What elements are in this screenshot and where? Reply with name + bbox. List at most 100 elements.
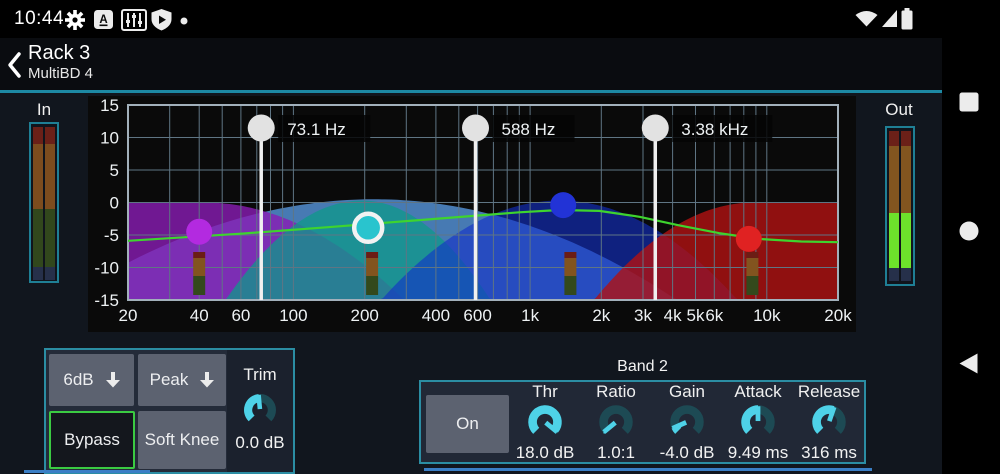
gain-knob[interactable] bbox=[665, 400, 709, 444]
crossover-handle[interactable] bbox=[642, 115, 669, 142]
band-handle[interactable] bbox=[186, 219, 212, 245]
ratio-label: Ratio bbox=[596, 383, 636, 400]
svg-text:15: 15 bbox=[100, 96, 119, 115]
svg-text:73.1 Hz: 73.1 Hz bbox=[287, 120, 346, 139]
release-knob[interactable] bbox=[807, 400, 851, 444]
attack-knob[interactable] bbox=[736, 400, 780, 444]
band-handle-selected[interactable] bbox=[354, 214, 382, 242]
notification-dot-icon bbox=[180, 17, 188, 25]
svg-text:3.38 kHz: 3.38 kHz bbox=[681, 120, 748, 139]
crossover-handle[interactable] bbox=[462, 115, 489, 142]
band-handle[interactable] bbox=[736, 226, 762, 252]
gain-value: -4.0 dB bbox=[660, 444, 715, 462]
home-button[interactable] bbox=[959, 221, 979, 241]
slope-dropdown[interactable]: 6dB bbox=[49, 354, 134, 406]
svg-text:400: 400 bbox=[422, 306, 450, 325]
attack-knob-group: Attack 9.49 ms bbox=[723, 383, 793, 462]
attack-value: 9.49 ms bbox=[728, 444, 788, 462]
a-app-icon: A bbox=[94, 10, 113, 29]
in-level-meter bbox=[29, 122, 59, 283]
svg-text:40: 40 bbox=[190, 306, 209, 325]
trim-label: Trim bbox=[227, 365, 293, 385]
back-nav-button[interactable] bbox=[959, 353, 978, 374]
gain-label: Gain bbox=[669, 383, 705, 400]
gain-knob-group: Gain -4.0 dB bbox=[652, 383, 722, 462]
status-bar: 10:44 A bbox=[0, 0, 1000, 38]
thr-label: Thr bbox=[532, 383, 558, 400]
crossover-handle[interactable] bbox=[248, 115, 275, 142]
svg-text:2k: 2k bbox=[592, 306, 610, 325]
svg-text:100: 100 bbox=[279, 306, 307, 325]
header-divider bbox=[0, 90, 942, 93]
meter-bar bbox=[45, 127, 55, 280]
svg-text:-5: -5 bbox=[104, 226, 119, 245]
meter-bar bbox=[889, 131, 899, 281]
global-settings-panel: 6dB Peak Bypass Soft Knee Trim 0.0 dB bbox=[44, 348, 295, 474]
band-knob-row: Thr 18.0 dB Ratio 1.0:1 Gain -4.0 dB Attack 9.4… bbox=[510, 383, 864, 462]
thr-knob[interactable] bbox=[523, 400, 567, 444]
slope-value: 6dB bbox=[63, 370, 93, 390]
battery-icon bbox=[901, 8, 913, 30]
svg-text:4k: 4k bbox=[664, 306, 682, 325]
status-time: 10:44 bbox=[14, 8, 64, 30]
trim-value: 0.0 dB bbox=[227, 433, 293, 453]
recents-button[interactable] bbox=[959, 92, 979, 112]
gear-icon bbox=[63, 8, 87, 32]
band-on-label: On bbox=[456, 414, 479, 434]
wifi-icon bbox=[855, 11, 878, 27]
dropdown-arrow-icon bbox=[106, 372, 120, 388]
ratio-knob[interactable] bbox=[594, 400, 638, 444]
band-settings-panel: On Thr 18.0 dB Ratio 1.0:1 Gain -4.0 dB Attack… bbox=[419, 380, 866, 464]
back-icon[interactable] bbox=[6, 51, 22, 79]
scroll-indicator-left bbox=[24, 470, 150, 473]
svg-text:-10: -10 bbox=[94, 259, 119, 278]
soft-knee-button[interactable]: Soft Knee bbox=[138, 411, 226, 469]
svg-text:-15: -15 bbox=[94, 291, 119, 310]
page-title: Rack 3 bbox=[28, 42, 90, 65]
svg-text:600: 600 bbox=[463, 306, 491, 325]
svg-text:10: 10 bbox=[100, 129, 119, 148]
thr-knob-group: Thr 18.0 dB bbox=[510, 383, 580, 462]
svg-text:6k: 6k bbox=[705, 306, 723, 325]
eq-frequency-graph[interactable]: 73.1 Hz588 Hz3.38 kHz151050-5-10-1520406… bbox=[88, 96, 856, 332]
svg-text:0: 0 bbox=[110, 194, 119, 213]
trim-knob[interactable] bbox=[239, 388, 281, 432]
bypass-label: Bypass bbox=[64, 430, 120, 450]
svg-text:60: 60 bbox=[231, 306, 250, 325]
cell-signal-icon bbox=[882, 10, 898, 27]
detector-value: Peak bbox=[150, 370, 189, 390]
meter-bar bbox=[33, 127, 43, 280]
svg-text:5k: 5k bbox=[687, 306, 705, 325]
attack-label: Attack bbox=[734, 383, 781, 400]
band-on-button[interactable]: On bbox=[426, 395, 509, 453]
out-meter-label: Out bbox=[884, 100, 914, 120]
svg-text:200: 200 bbox=[351, 306, 379, 325]
scroll-indicator-right bbox=[424, 468, 872, 471]
release-value: 316 ms bbox=[801, 444, 857, 462]
in-meter-label: In bbox=[29, 100, 59, 120]
app-screen: 10:44 A bbox=[0, 0, 1000, 474]
detector-dropdown[interactable]: Peak bbox=[138, 354, 226, 406]
thr-value: 18.0 dB bbox=[516, 444, 575, 462]
svg-text:20k: 20k bbox=[824, 306, 852, 325]
svg-text:10k: 10k bbox=[753, 306, 781, 325]
svg-text:A: A bbox=[99, 14, 107, 26]
svg-text:3k: 3k bbox=[634, 306, 652, 325]
release-knob-group: Release 316 ms bbox=[794, 383, 864, 462]
soft-knee-label: Soft Knee bbox=[145, 430, 220, 450]
app-header: Rack 3 MultiBD 4 bbox=[0, 38, 942, 90]
release-label: Release bbox=[798, 383, 860, 400]
bypass-button[interactable]: Bypass bbox=[49, 411, 135, 469]
svg-text:588 Hz: 588 Hz bbox=[502, 120, 556, 139]
meter-bar bbox=[901, 131, 911, 281]
ratio-value: 1.0:1 bbox=[597, 444, 635, 462]
android-navbar bbox=[942, 0, 1000, 474]
shield-play-icon bbox=[151, 9, 172, 31]
mixer-icon bbox=[121, 9, 147, 31]
svg-text:20: 20 bbox=[119, 306, 138, 325]
ratio-knob-group: Ratio 1.0:1 bbox=[581, 383, 651, 462]
out-level-meter bbox=[885, 126, 915, 286]
page-subtitle: MultiBD 4 bbox=[28, 65, 93, 82]
band-handle[interactable] bbox=[550, 192, 576, 218]
svg-text:1k: 1k bbox=[521, 306, 539, 325]
